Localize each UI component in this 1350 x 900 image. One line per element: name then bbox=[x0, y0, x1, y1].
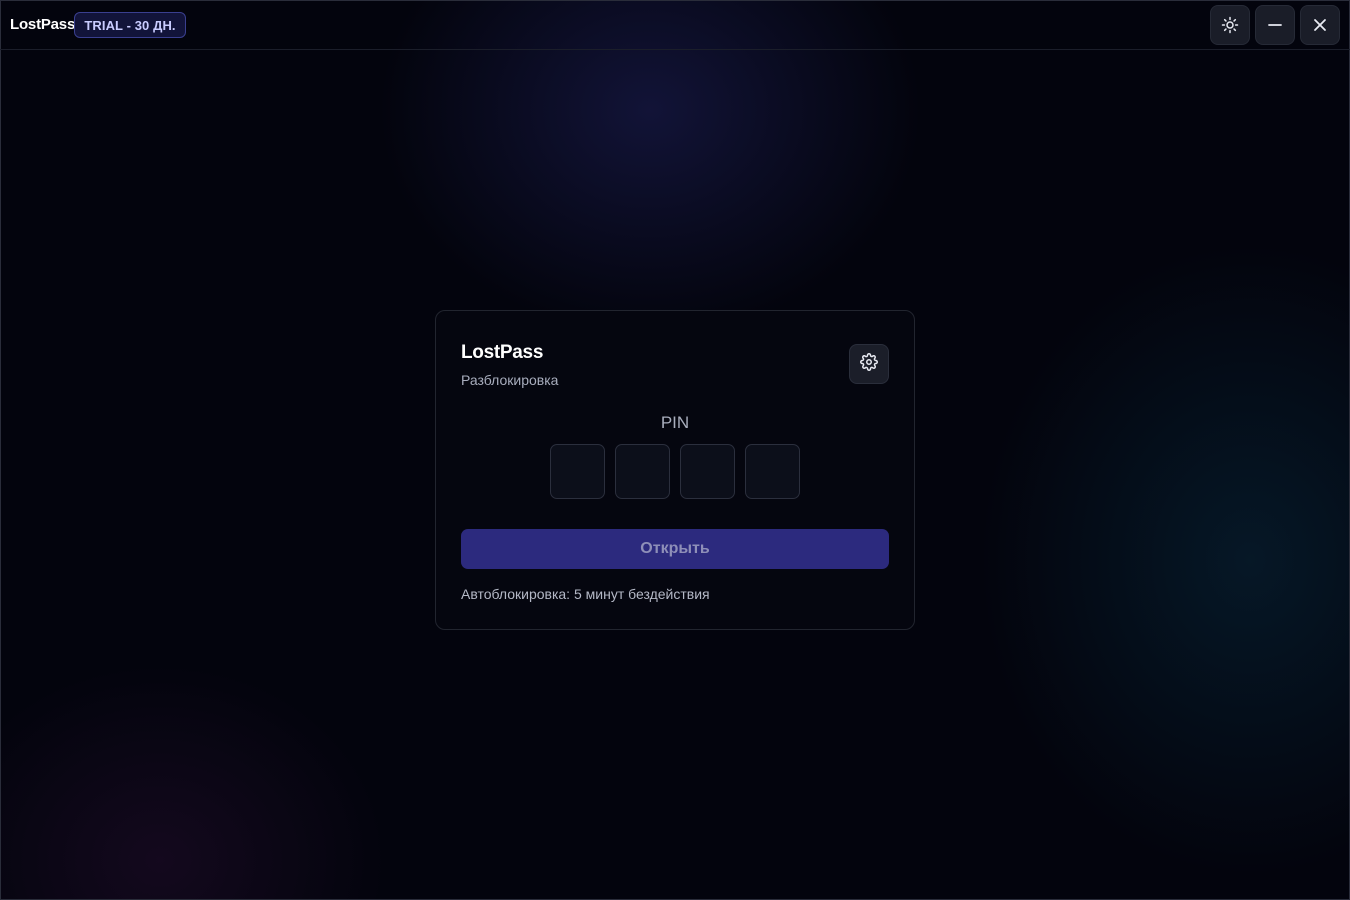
app-name: LostPass bbox=[10, 16, 76, 33]
sun-icon bbox=[1221, 16, 1239, 34]
gear-icon bbox=[860, 352, 878, 376]
title-bar: LostPass TRIAL - 30 ДН. bbox=[0, 0, 1350, 50]
pin-digit-1[interactable] bbox=[550, 444, 605, 499]
settings-button[interactable] bbox=[849, 344, 889, 384]
unlock-card: LostPass Разблокировка PIN Открыть Автоб… bbox=[435, 310, 915, 630]
pin-label: PIN bbox=[660, 413, 690, 432]
pin-digit-4[interactable] bbox=[745, 444, 800, 499]
card-title: LostPass bbox=[461, 342, 544, 363]
theme-toggle-button[interactable] bbox=[1210, 5, 1250, 45]
minimize-icon bbox=[1267, 17, 1283, 33]
pin-input-group bbox=[550, 444, 800, 499]
close-icon bbox=[1312, 17, 1328, 33]
autolock-info: Автоблокировка: 5 минут бездействия bbox=[461, 586, 710, 602]
pin-digit-3[interactable] bbox=[680, 444, 735, 499]
close-button[interactable] bbox=[1300, 5, 1340, 45]
open-button[interactable]: Открыть bbox=[461, 529, 889, 569]
minimize-button[interactable] bbox=[1255, 5, 1295, 45]
trial-badge: TRIAL - 30 ДН. bbox=[74, 12, 186, 38]
pin-digit-2[interactable] bbox=[615, 444, 670, 499]
card-subtitle: Разблокировка bbox=[461, 372, 559, 388]
